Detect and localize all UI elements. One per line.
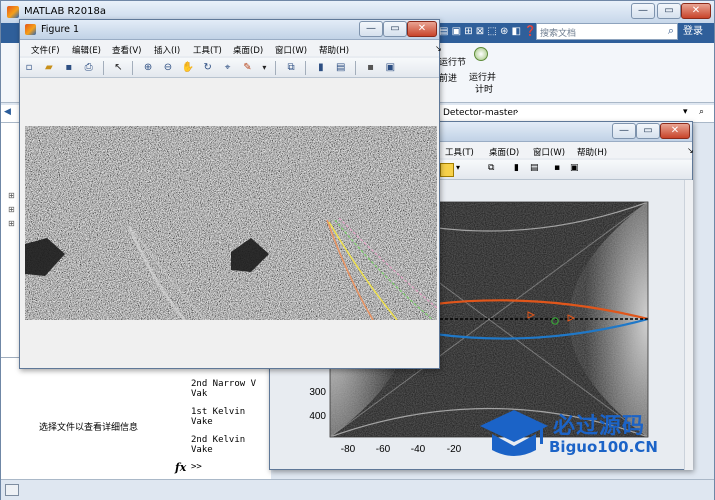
figure2-scrollbar[interactable] [684, 180, 693, 470]
path-dropdown-icon[interactable]: ▾ [683, 107, 688, 117]
minimize-button[interactable]: — [631, 3, 655, 19]
menu-insert[interactable]: 插入(I) [147, 42, 187, 56]
figure2-minimize-button[interactable]: — [612, 123, 636, 139]
menu-help[interactable]: 帮助(H) [570, 144, 614, 158]
print-icon[interactable]: ⎙ [82, 61, 96, 75]
menu-file[interactable]: 文件(F) [24, 42, 67, 56]
rotate-3d-icon[interactable]: ↻ [201, 61, 215, 75]
command-window[interactable]: 2nd Narrow V Vak 1st Kelvin Vake 2nd Kel… [169, 357, 271, 497]
insert-colorbar-icon[interactable]: ▮ [314, 61, 328, 75]
new-figure-icon[interactable]: ▫ [22, 61, 36, 75]
menu-tools[interactable]: 工具(T) [438, 144, 481, 158]
menu-tools[interactable]: 工具(T) [186, 42, 229, 56]
figure1-close-button[interactable]: ✕ [407, 21, 437, 37]
command-prompt[interactable]: >> [191, 462, 202, 472]
details-panel: 选择文件以查看详细信息 [1, 357, 169, 497]
brush-icon[interactable]: ✎ [241, 61, 255, 75]
dock-arrow-icon[interactable]: ↘ [428, 42, 449, 53]
figure1-menu-bar: 文件(F) 编辑(E) 查看(V) 插入(I) 工具(T) 桌面(D) 窗口(W… [20, 40, 442, 56]
x-tick-label: -20 [447, 444, 462, 455]
menu-desktop[interactable]: 桌面(D) [226, 42, 270, 56]
figure1-maximize-button[interactable]: ▭ [383, 21, 407, 37]
run-and-time-label-2[interactable]: 计时 [475, 82, 493, 95]
command-output-line: 1st Kelvin Vake [191, 407, 246, 427]
x-tick-label: -40 [411, 444, 426, 455]
figure2-close-button[interactable]: ✕ [660, 123, 690, 139]
figure2-maximize-button[interactable]: ▭ [636, 123, 660, 139]
toolbar-separator [132, 61, 134, 75]
figure1-window: Figure 1 — ▭ ✕ 文件(F) 编辑(E) 查看(V) 插入(I) 工… [19, 19, 442, 369]
toolstrip-icons[interactable]: ▤ ▣ ⊞ ⊠ ⬚ ⊛ ◧ ❓ ◉ [439, 26, 549, 37]
show-plot-tools-icon[interactable]: ▣ [570, 163, 579, 173]
x-tick-label: -80 [341, 444, 356, 455]
tree-expand-icon[interactable]: ⊞ [8, 191, 15, 200]
watermark-logo [480, 410, 548, 456]
back-arrow-icon[interactable]: ◀ [4, 107, 11, 117]
toolbar-separator [102, 61, 104, 75]
menu-desktop[interactable]: 桌面(D) [482, 144, 526, 158]
path-chevron-icon[interactable]: › [515, 107, 519, 117]
search-placeholder: 搜索文档 [540, 29, 577, 39]
tree-expand-icon[interactable]: ⊞ [8, 205, 15, 214]
figure1-toolbar: ▫ ▰ ▪ ⎙ ↖ ⊕ ⊖ ✋ ↻ ⌖ ✎ ▾ ⧉ ▮ ▤ ▪ ▣ [20, 58, 439, 78]
show-plot-tools-icon[interactable]: ▣ [383, 61, 397, 75]
toolbar-separator [275, 61, 277, 75]
search-icon[interactable]: ⌕ [668, 24, 674, 38]
maximize-button[interactable]: ▭ [657, 3, 681, 19]
command-output-line: 2nd Narrow V Vak [191, 379, 257, 399]
toolbar-separator [305, 61, 306, 75]
data-cursor-icon[interactable]: ⌖ [221, 61, 235, 75]
advance-button[interactable]: 前进 [439, 71, 457, 84]
status-bar [1, 479, 714, 500]
y-tick-label: 400 [309, 411, 326, 422]
brush-dropdown-icon[interactable]: ▾ [260, 61, 268, 75]
menu-help[interactable]: 帮助(H) [312, 42, 356, 56]
command-output-line: 2nd Kelvin Vake [191, 435, 246, 455]
hide-plot-tools-icon[interactable]: ▪ [364, 61, 378, 75]
zoom-in-icon[interactable]: ⊕ [141, 61, 155, 75]
zoom-out-icon[interactable]: ⊖ [161, 61, 175, 75]
search-folder-icon[interactable]: ⌕ [699, 107, 704, 117]
matlab-window-title: MATLAB R2018a [24, 6, 107, 17]
close-button[interactable]: ✕ [681, 3, 711, 19]
toolbar-separator [354, 61, 356, 75]
run-and-time-icon[interactable] [474, 47, 488, 61]
watermark-url: Biguo100.CN [549, 438, 658, 456]
fx-icon[interactable]: fx [175, 461, 186, 474]
tree-expand-icon[interactable]: ⊞ [8, 219, 15, 228]
menu-view[interactable]: 查看(V) [105, 42, 148, 56]
insert-legend-icon[interactable]: ▤ [530, 163, 539, 173]
run-section-button[interactable]: 运行节 [439, 55, 466, 68]
insert-legend-icon[interactable]: ▤ [334, 61, 348, 75]
watermark-title: 必过源码 [553, 414, 646, 439]
pan-hand-icon[interactable]: ✋ [181, 61, 195, 75]
colorbar-brush-icon[interactable] [440, 163, 454, 177]
login-link[interactable]: 登录 [683, 23, 711, 41]
menu-window[interactable]: 窗口(W) [268, 42, 314, 56]
save-icon[interactable]: ▪ [62, 61, 76, 75]
matlab-logo-icon [7, 6, 19, 18]
search-documentation-input[interactable]: 搜索文档 ⌕ [536, 23, 678, 40]
details-placeholder-text: 选择文件以查看详细信息 [39, 423, 139, 433]
figure1-title: Figure 1 [41, 24, 80, 35]
link-plot-icon[interactable]: ⧉ [488, 163, 494, 173]
link-plot-icon[interactable]: ⧉ [284, 61, 298, 75]
open-file-icon[interactable]: ▰ [42, 61, 56, 75]
status-grid-icon[interactable] [5, 484, 19, 496]
figure1-title-bar: Figure 1 — ▭ ✕ [20, 20, 439, 40]
insert-colorbar-icon[interactable]: ▮ [514, 163, 519, 173]
current-folder-path[interactable]: Detector-master [443, 108, 517, 118]
hide-plot-tools-icon[interactable]: ▪ [554, 163, 560, 173]
figure1-minimize-button[interactable]: — [359, 21, 383, 37]
x-tick-label: -60 [376, 444, 391, 455]
figure1-logo-icon [25, 24, 36, 35]
menu-window[interactable]: 窗口(W) [526, 144, 572, 158]
brush-dropdown-icon[interactable]: ▾ [456, 163, 460, 172]
edit-plot-arrow-icon[interactable]: ↖ [111, 61, 125, 75]
dock-arrow-icon[interactable]: ↘ [680, 144, 701, 155]
y-tick-label: 300 [309, 387, 326, 398]
menu-edit[interactable]: 编辑(E) [65, 42, 108, 56]
sar-image-pair [25, 126, 437, 320]
